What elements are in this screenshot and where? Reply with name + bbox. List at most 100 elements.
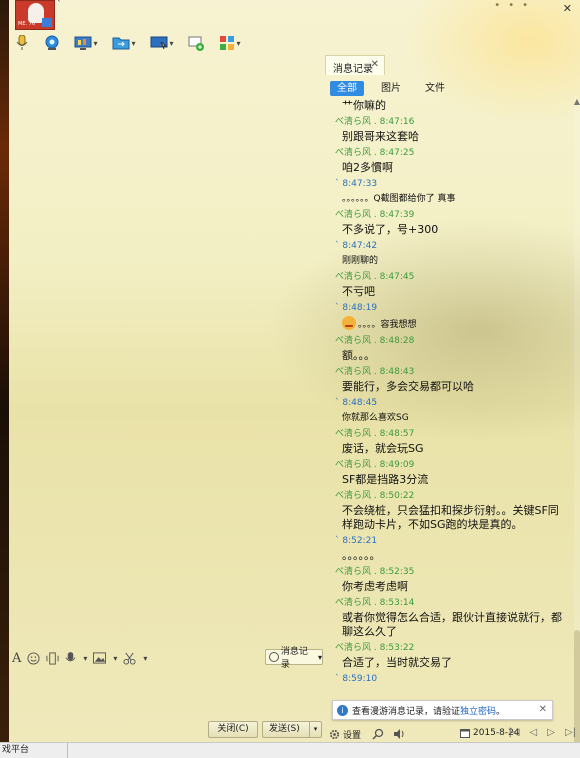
message-header: ` 8:48:45	[335, 397, 568, 409]
message-text: 合适了，当时就交易了	[342, 654, 568, 673]
message-body: 不多说了，号+300	[342, 223, 439, 236]
chevron-down-icon[interactable]: ▾	[143, 654, 147, 663]
voice-message-icon[interactable]	[65, 651, 76, 665]
speaker-icon[interactable]	[393, 728, 405, 740]
message-body: 不亏吧	[342, 285, 375, 298]
filter-files[interactable]: 文件	[418, 81, 452, 96]
close-icon[interactable]: ✕	[539, 704, 547, 715]
gear-icon	[329, 729, 340, 739]
settings-button[interactable]: 设置	[329, 728, 405, 741]
message-body: 刚刚聊的	[342, 256, 379, 266]
message-header: ` 8:52:21	[335, 535, 568, 547]
chevron-down-icon: ▾	[317, 652, 322, 662]
history-navigation: |◁ ◁ ▷ ▷|	[508, 727, 576, 738]
screen-share-icon	[74, 36, 92, 50]
emoji-icon[interactable]	[27, 651, 40, 665]
image-icon[interactable]	[93, 652, 107, 664]
avatar[interactable]: ME. 76	[15, 0, 55, 30]
message-sender: べ清ら风 .	[335, 367, 377, 377]
message-text: 不亏吧	[342, 283, 568, 302]
vibrate-icon[interactable]	[46, 651, 59, 665]
message-time: 8:48:57	[379, 429, 415, 439]
filter-images[interactable]: 图片	[374, 81, 408, 96]
last-page-icon[interactable]: ▷|	[565, 727, 576, 738]
message-header: べ清ら风 . 8:48:57	[335, 428, 568, 440]
close-button[interactable]: 关闭(C)	[208, 721, 258, 738]
message-header: べ清ら风 . 8:47:25	[335, 147, 568, 159]
message-time: 8:48:43	[379, 367, 415, 377]
filter-all[interactable]: 全部	[330, 81, 364, 96]
chevron-down-icon[interactable]: ▾	[83, 654, 87, 663]
message-sender: べ清ら风 .	[335, 598, 377, 608]
message-body: 不会绕桩，只会猛扣和探步衍射。。关键SF同样跑动卡片，不如SG跑的块是真的。	[342, 504, 559, 531]
chevron-down-icon[interactable]: ▾	[113, 654, 117, 663]
message-body: 废话，就会玩SG	[342, 442, 424, 455]
clock-icon	[269, 652, 279, 662]
message-time: 8:48:45	[342, 398, 378, 408]
chevron-down-icon[interactable]: ▾	[309, 722, 321, 737]
font-icon[interactable]: A	[12, 651, 21, 666]
chat-toolbar: ▾ ▾ ▾ ▾	[9, 32, 247, 54]
message-header: ` 8:59:10	[335, 673, 568, 685]
send-button[interactable]: 发送(S) ▾	[262, 721, 322, 738]
new-chat-button[interactable]	[183, 33, 209, 53]
message-body: 合适了，当时就交易了	[342, 656, 452, 669]
first-page-icon[interactable]: |◁	[508, 727, 519, 738]
status-divider	[67, 743, 68, 758]
message-header: ` 8:47:42	[335, 240, 568, 252]
message-text: 。。。。。。Q截图都给你了 真事	[342, 190, 568, 209]
message-sender: `	[335, 303, 340, 313]
message-body: 。。。。。。	[342, 549, 381, 562]
message-history-button[interactable]: 消息记录 ▾	[265, 647, 323, 670]
message-sender: べ清ら风 .	[335, 429, 377, 439]
window-buttons-decoration: •••	[494, 0, 536, 11]
message-body: 你考虑考虑啊	[342, 580, 408, 593]
password-link[interactable]: 独立密码	[460, 704, 496, 717]
message-text: 要能行，多会交易都可以哈	[342, 378, 568, 397]
search-icon[interactable]	[372, 728, 384, 740]
message-time: 8:47:45	[379, 272, 415, 282]
prev-page-icon[interactable]: ◁	[530, 727, 538, 738]
notice-suffix: 。	[496, 706, 506, 717]
settings-label: 设置	[343, 730, 362, 741]
video-call-button[interactable]	[39, 33, 65, 53]
file-transfer-button[interactable]: ▾	[107, 33, 141, 53]
voice-call-button[interactable]	[9, 33, 35, 53]
message-text: 别跟哥来这套哈	[342, 128, 568, 147]
message-sender: べ清ら风 .	[335, 117, 377, 127]
avatar-tag: ME. 76	[18, 21, 36, 27]
message-text: 你考虑考虑啊	[342, 578, 568, 597]
message-time: 8:47:33	[342, 179, 378, 189]
next-page-icon[interactable]: ▷	[547, 727, 555, 738]
tab-label: 消息记录	[333, 64, 373, 75]
apps-button[interactable]: ▾	[213, 33, 247, 53]
message-text: 额。。。	[342, 347, 568, 366]
message-sender: べ清ら风 .	[335, 567, 377, 577]
close-window-button[interactable]: ✕	[563, 2, 572, 15]
avatar-badge	[42, 18, 52, 27]
message-header: べ清ら风 . 8:52:35	[335, 566, 568, 578]
remote-desktop-button[interactable]: ▾	[145, 33, 179, 53]
tab-message-history[interactable]: 消息记录 ✕	[325, 55, 385, 75]
input-toolbar: A ▾ ▾ ▾	[12, 650, 147, 666]
message-time: 8:53:22	[379, 643, 415, 653]
screen-share-button[interactable]: ▾	[69, 33, 103, 53]
message-list[interactable]: 艹你嘛的 べ清ら风 . 8:47:16 别跟哥来这套哈 べ清ら风 . 8:47:25 咱…	[333, 97, 568, 727]
history-bottom-bar: 设置 2015-8-24 |◁ ◁ ▷ ▷|	[325, 726, 580, 742]
message-time: 8:53:14	[379, 598, 415, 608]
message-body: 你就那么喜欢SG	[342, 413, 409, 423]
chevron-down-icon: ▾	[236, 38, 241, 48]
message-header: べ清ら风 . 8:53:14	[335, 597, 568, 609]
scroll-up-icon[interactable]: ▲	[574, 97, 580, 106]
screenshot-scissors-icon[interactable]	[123, 652, 136, 665]
close-icon[interactable]: ✕	[371, 59, 379, 70]
message-sender: べ清ら风 .	[335, 148, 377, 158]
status-text: 戏平台	[2, 745, 30, 755]
file-transfer-icon	[112, 37, 130, 50]
message-header: べ清ら风 . 8:53:22	[335, 642, 568, 654]
message-body: SF都是挡路3分流	[342, 473, 429, 486]
message-text: 。。。。。。	[342, 547, 568, 566]
roaming-history-notice: i 查看漫游消息记录，请验证 独立密码 。 ✕	[332, 700, 553, 720]
message-text: 艹你嘛的	[342, 97, 568, 116]
message-time: 8:47:42	[342, 241, 378, 251]
